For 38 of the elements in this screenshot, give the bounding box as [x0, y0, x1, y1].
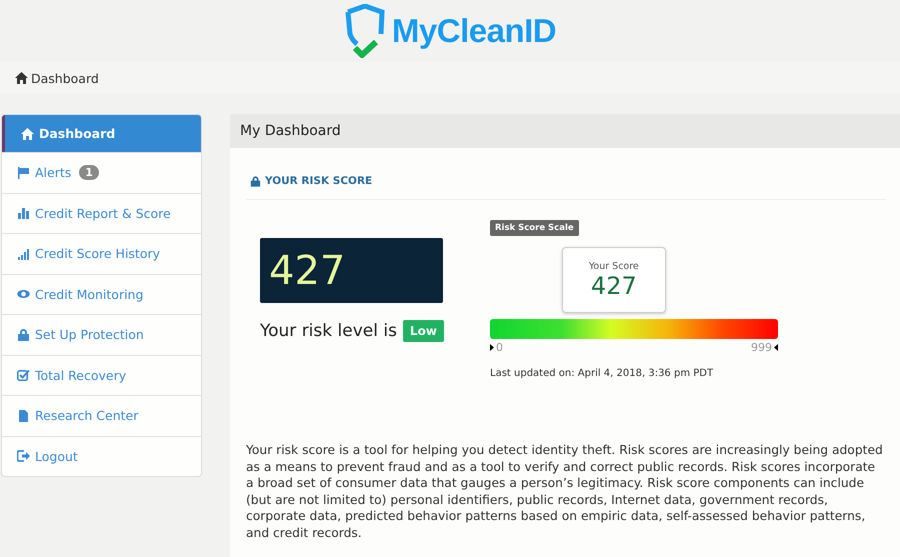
eye-icon [17, 288, 30, 300]
right-triangle-icon [490, 344, 494, 351]
sidebar-item[interactable]: Credit Score History [2, 233, 201, 274]
bar-chart-icon [17, 207, 30, 220]
score-display: 427 [260, 238, 443, 303]
flag-icon [17, 166, 30, 179]
home-icon [15, 72, 28, 84]
breadcrumb-link[interactable]: Dashboard [31, 70, 99, 86]
sidebar-item[interactable]: Credit Report & Score [2, 192, 201, 233]
sidebar-item[interactable]: Set Up Protection [2, 314, 201, 354]
description-paragraph: Your risk score is a tool for helping you detect identity theft. Risk scores are increasingly being adopted as a means to prevent fraud and as a tool to verify and correct public records. Risk scores incorporate a broad set of consumer data that gauges a person’s legitimacy. Risk score components can include (but are not limited to) personal identifiers, public records, Internet data, government records, corporate data, predicted behavior patterns based on empiric data, self-assessed behavior patterns, and credit records. [246, 442, 884, 541]
sidebar-item[interactable]: Total Recovery [2, 354, 201, 395]
risk-level-text: Your risk level is [260, 321, 397, 341]
signal-bars-icon [17, 248, 30, 260]
sidebar-item[interactable]: Alerts 1 [2, 152, 201, 192]
logout-icon [17, 450, 30, 462]
count-badge: 1 [79, 165, 99, 180]
tooltip-label: Your Score [588, 260, 639, 272]
scale-label: Risk Score Scale [490, 220, 579, 236]
shield-check-icon [344, 4, 386, 58]
sidebar-item[interactable]: Credit Monitoring [2, 274, 201, 314]
home-icon [21, 128, 34, 140]
lock-icon [250, 176, 261, 186]
check-square-icon [17, 369, 30, 382]
left-triangle-icon [774, 344, 778, 351]
sidebar-item[interactable]: Research Center [2, 395, 201, 436]
section-title: YOUR RISK SCORE [265, 175, 372, 187]
sidebar-item[interactable]: Dashboard [2, 115, 201, 152]
sidebar-item[interactable]: Logout [2, 436, 201, 476]
lock-icon [17, 328, 30, 341]
logo-text: MyCleanID [392, 12, 556, 50]
last-updated-text: Last updated on: April 4, 2018, 3:36 pm PDT [490, 368, 714, 379]
document-icon [17, 410, 30, 422]
tooltip-score: 427 [590, 272, 637, 300]
scale-min: 0 [496, 341, 503, 354]
scale-max: 999 [751, 341, 772, 354]
risk-level-badge: Low [402, 320, 444, 342]
page-title: My Dashboard [240, 123, 341, 139]
